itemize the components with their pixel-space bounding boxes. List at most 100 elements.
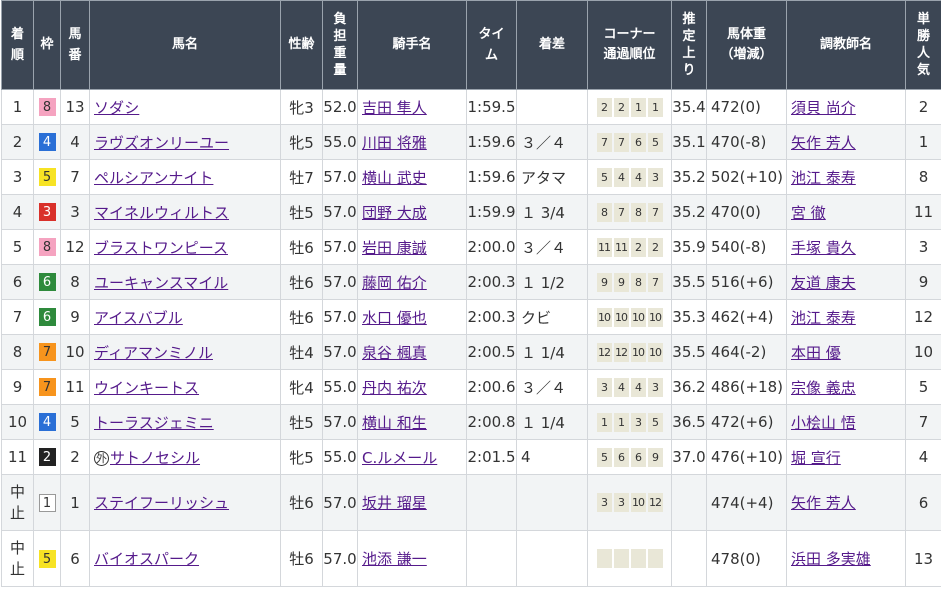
corner-positions: 11 11 2 2	[596, 237, 663, 257]
futan-label: 57.0	[323, 203, 357, 221]
corner-positions: 10 10 10 10	[596, 307, 663, 327]
horse-name-link[interactable]: ディアマンミノル	[94, 344, 213, 362]
corner-position: 2	[630, 237, 646, 257]
trainer-name-link[interactable]: 堀 宣行	[791, 449, 841, 467]
waku-badge: 7	[38, 343, 56, 362]
corner-position: 12	[647, 493, 663, 512]
jockey-name-link[interactable]: 坂井 瑠星	[362, 494, 427, 512]
ninki-label: 13	[913, 549, 934, 568]
time-label: 1:59.5	[467, 98, 516, 116]
trainer-name-link[interactable]: 池江 泰寿	[791, 309, 856, 327]
bataiju-cell: 502(+10)	[706, 159, 787, 195]
corner-position: 12	[613, 342, 629, 362]
trainer-name-link[interactable]: 浜田 多実雄	[791, 550, 871, 568]
bataiju-cell: 516(+6)	[706, 264, 787, 300]
jockey-name-link[interactable]: 藤岡 佑介	[362, 274, 427, 292]
time-label: 1:59.9	[467, 203, 516, 221]
table-row: 2 4 4 ラヴズオンリーユー 牝5 55.0 川田 将雅 1:59.6 ３／４ 7 7 6 5 35.1…	[1, 124, 941, 160]
corner-position	[613, 549, 629, 568]
waku-cell: 8	[33, 89, 61, 125]
table-row: 6 6 8 ユーキャンスマイル 牡6 57.0 藤岡 佑介 2:00.3 １ 1/2 9 9 8 7 35…	[1, 264, 941, 300]
chokyoshi-cell: 手塚 貴久	[786, 229, 906, 265]
jockey-name-link[interactable]: 丹内 祐次	[362, 379, 427, 397]
horse-name-link[interactable]: サトノセシル	[110, 449, 200, 467]
horse-name-link[interactable]: ブラストワンピース	[94, 239, 228, 257]
umaban-label: 8	[70, 273, 80, 291]
horse-name-link[interactable]: ソダシ	[94, 99, 139, 117]
trainer-name-link[interactable]: 手塚 貴久	[791, 239, 856, 257]
bataiju-label: 516(+6)	[711, 273, 774, 291]
horse-name-link[interactable]: ステイフーリッシュ	[94, 494, 229, 512]
corner-position: 2	[596, 97, 612, 117]
waku-badge: 4	[38, 413, 56, 432]
umaban-label: 6	[70, 549, 80, 568]
corner-positions: 5443	[596, 167, 663, 187]
jockey-name-link[interactable]: 池添 謙一	[362, 550, 427, 568]
ninki-cell: 11	[905, 194, 941, 230]
ninki-cell: 5	[905, 369, 941, 405]
bataiju-label: 470(-8)	[711, 133, 767, 151]
table-row: 中止 5 6 バイオスパーク 牡6 57.0 池添 謙一 478(0) 浜田 多実雄 13	[1, 530, 941, 587]
seirei-label: 牝4	[289, 378, 314, 397]
trainer-name-link[interactable]: 友道 康夫	[791, 274, 856, 292]
horse-name-link[interactable]: バイオスパーク	[94, 550, 199, 568]
jockey-name-link[interactable]: 水口 優也	[362, 309, 427, 327]
horse-name-link[interactable]: マイネルウィルトス	[94, 204, 229, 222]
trainer-name-link[interactable]: 矢作 芳人	[791, 494, 856, 512]
umaban-cell: 12	[60, 229, 90, 265]
ninki-label: 6	[918, 493, 929, 512]
corner-cell: 1135	[587, 404, 672, 440]
jockey-name-link[interactable]: C.ルメール	[362, 449, 437, 467]
kishu-cell: 川田 将雅	[357, 124, 467, 160]
chakujun-cell: 7	[1, 299, 34, 335]
chakusa-label: 4	[521, 448, 531, 466]
bamei-cell: ディアマンミノル	[89, 334, 281, 370]
agari-cell: 35.3	[671, 299, 707, 335]
jockey-name-link[interactable]: 泉谷 楓真	[362, 344, 427, 362]
jockey-name-link[interactable]: 団野 大成	[362, 204, 427, 222]
agari-cell	[671, 530, 707, 587]
horse-name-link[interactable]: ウインキートス	[94, 379, 199, 397]
agari-cell: 35.5	[671, 264, 707, 300]
bataiju-label: 502(+10)	[711, 168, 783, 186]
trainer-name-link[interactable]: 小桧山 悟	[791, 414, 856, 432]
kishu-cell: 横山 和生	[357, 404, 467, 440]
jockey-name-link[interactable]: 横山 和生	[362, 414, 427, 432]
chakusa-cell: ３／４	[516, 229, 588, 265]
foreign-horse-mark: 外	[94, 450, 109, 466]
corner-position: 11	[596, 237, 612, 257]
bataiju-cell: 540(-8)	[706, 229, 787, 265]
kishu-cell: 横山 武史	[357, 159, 467, 195]
jockey-name-link[interactable]: 岩田 康誠	[362, 239, 427, 257]
waku-badge: 2	[38, 448, 56, 467]
seirei-label: 牝3	[289, 98, 314, 117]
jockey-name-link[interactable]: 横山 武史	[362, 169, 427, 187]
chakujun-cell: 3	[1, 159, 34, 195]
chakujun-cell: 1	[1, 89, 34, 125]
waku-cell: 7	[33, 369, 61, 405]
horse-name-link[interactable]: ラヴズオンリーユー	[94, 134, 229, 152]
trainer-name-link[interactable]: 本田 優	[791, 344, 841, 362]
trainer-name-link[interactable]: 須貝 尚介	[791, 99, 856, 117]
seirei-label: 牡6	[289, 308, 314, 327]
header-chakujun: 着順	[1, 0, 34, 90]
ninki-cell: 13	[905, 530, 941, 587]
horse-name-link[interactable]: トーラスジェミニ	[94, 414, 214, 432]
chakusa-cell	[516, 530, 588, 587]
seirei-label: 牡5	[289, 203, 314, 222]
corner-cell: 9987	[587, 264, 672, 300]
header-bamei: 馬名	[89, 0, 281, 90]
horse-name-link[interactable]: ペルシアンナイト	[94, 169, 213, 187]
corner-position: 3	[630, 412, 646, 432]
horse-name-link[interactable]: ユーキャンスマイル	[94, 274, 228, 292]
corner-cell: 8787	[587, 194, 672, 230]
jockey-name-link[interactable]: 川田 将雅	[362, 134, 427, 152]
horse-name-link[interactable]: アイスバブル	[94, 309, 183, 327]
jockey-name-link[interactable]: 吉田 隼人	[362, 99, 427, 117]
trainer-name-link[interactable]: 宗像 義忠	[791, 379, 856, 397]
seirei-cell: 牡6	[280, 264, 323, 300]
corner-position: 6	[630, 132, 646, 152]
trainer-name-link[interactable]: 宮 徹	[791, 204, 826, 222]
trainer-name-link[interactable]: 池江 泰寿	[791, 169, 856, 187]
trainer-name-link[interactable]: 矢作 芳人	[791, 134, 856, 152]
